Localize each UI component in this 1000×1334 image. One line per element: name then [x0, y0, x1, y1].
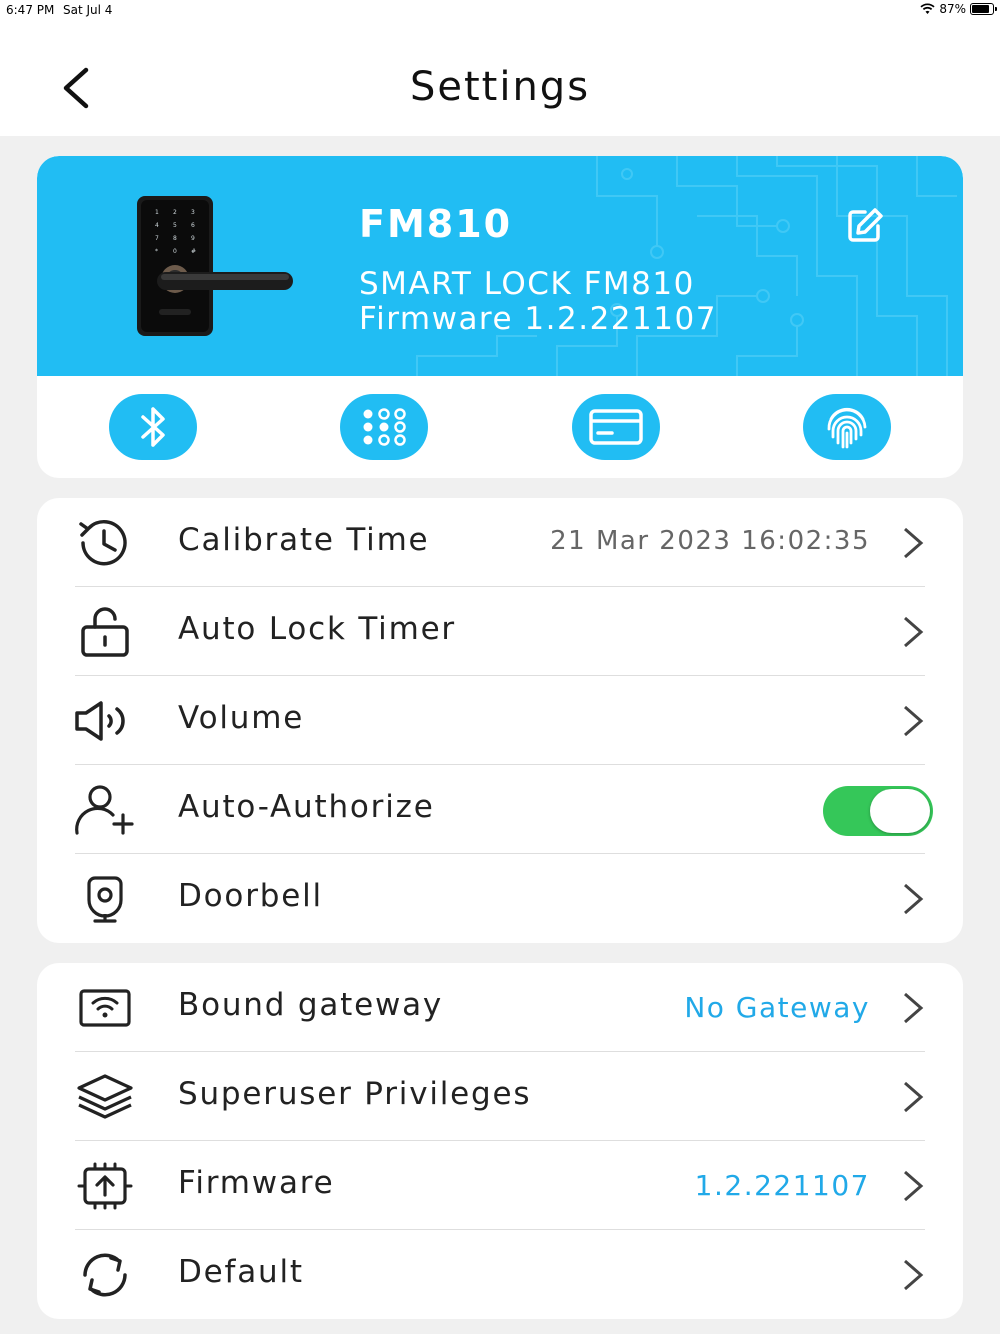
chevron-right-icon — [904, 1170, 924, 1202]
chevron-right-icon — [904, 1081, 924, 1113]
row-superuser-privileges[interactable]: Superuser Privileges — [37, 1052, 963, 1141]
device-banner: 1 2 3 4 5 6 7 8 9 * 0 # FM810 SMART LOCK FM810 F… — [37, 156, 963, 376]
edit-device-button[interactable] — [845, 206, 885, 246]
status-time: 6:47 PM — [6, 3, 55, 17]
speaker-icon — [75, 701, 125, 741]
row-label: Calibrate Time — [178, 522, 430, 558]
svg-text:5: 5 — [173, 222, 177, 229]
chevron-right-icon — [904, 992, 924, 1024]
edit-icon — [848, 208, 883, 242]
svg-text:7: 7 — [155, 235, 159, 242]
battery-percent: 87% — [939, 2, 966, 16]
svg-text:3: 3 — [191, 209, 195, 216]
add-user-icon — [75, 785, 134, 835]
row-label: Auto Lock Timer — [178, 611, 456, 647]
svg-text:4: 4 — [155, 222, 159, 229]
row-auto-authorize: Auto-Authorize — [37, 765, 963, 854]
row-value: 1.2.221107 — [694, 1169, 870, 1202]
row-firmware[interactable]: Firmware 1.2.221107 — [37, 1141, 963, 1230]
toggle-knob — [870, 789, 930, 833]
bluetooth-button[interactable] — [109, 394, 197, 460]
status-right: 87% — [920, 2, 997, 16]
smart-lock-image: 1 2 3 4 5 6 7 8 9 * 0 # — [137, 196, 293, 336]
device-name: FM810 — [359, 202, 513, 246]
gateway-icon — [79, 989, 131, 1027]
wifi-icon — [920, 3, 935, 14]
chevron-right-icon — [904, 1259, 924, 1291]
device-firmware: Firmware 1.2.221107 — [359, 301, 717, 337]
device-card: 1 2 3 4 5 6 7 8 9 * 0 # FM810 SMART LOCK FM810 F… — [37, 156, 963, 478]
svg-text:8: 8 — [173, 235, 177, 242]
doorbell-icon — [87, 876, 123, 923]
nav-bar: Settings — [0, 22, 1000, 136]
status-bar: 6:47 PM Sat Jul 4 87% — [0, 0, 1000, 22]
row-label: Doorbell — [178, 878, 323, 914]
card-icon — [589, 409, 643, 445]
fingerprint-icon — [827, 407, 867, 449]
settings-group-system: Bound gateway No Gateway Superuser Privi… — [37, 963, 963, 1319]
chevron-right-icon — [904, 705, 924, 737]
chevron-right-icon — [904, 883, 924, 915]
keypad-icon — [363, 408, 406, 446]
card-button[interactable] — [572, 394, 660, 460]
firmware-upgrade-icon — [77, 1162, 133, 1210]
row-bound-gateway[interactable]: Bound gateway No Gateway — [37, 963, 963, 1052]
svg-text:2: 2 — [173, 209, 177, 216]
row-value: 21 Mar 2023 16:02:35 — [550, 526, 870, 556]
svg-text:9: 9 — [191, 235, 195, 242]
battery-icon — [970, 3, 997, 15]
keypad-button[interactable] — [340, 394, 428, 460]
svg-text:*: * — [155, 248, 158, 255]
row-volume[interactable]: Volume — [37, 676, 963, 765]
svg-text:6: 6 — [191, 222, 195, 229]
device-model: SMART LOCK FM810 — [359, 266, 695, 302]
row-label: Default — [178, 1254, 304, 1290]
row-doorbell[interactable]: Doorbell — [37, 854, 963, 943]
chevron-right-icon — [904, 616, 924, 648]
auto-authorize-toggle[interactable] — [823, 786, 933, 836]
bluetooth-icon — [141, 407, 165, 447]
chevron-right-icon — [904, 527, 924, 559]
row-label: Bound gateway — [178, 987, 444, 1023]
clock-icon — [79, 520, 127, 566]
row-default[interactable]: Default — [37, 1230, 963, 1319]
row-label: Superuser Privileges — [178, 1076, 532, 1112]
row-value: No Gateway — [684, 991, 870, 1024]
row-auto-lock-timer[interactable]: Auto Lock Timer — [37, 587, 963, 676]
fingerprint-button[interactable] — [803, 394, 891, 460]
svg-text:0: 0 — [173, 248, 177, 255]
reset-icon — [83, 1253, 127, 1297]
row-label: Auto-Authorize — [178, 789, 435, 825]
unlock-icon — [81, 607, 129, 657]
page-title: Settings — [409, 64, 591, 110]
layers-icon — [77, 1074, 133, 1119]
row-label: Firmware — [178, 1165, 335, 1201]
status-date: Sat Jul 4 — [63, 3, 113, 17]
row-label: Volume — [178, 700, 305, 736]
svg-text:1: 1 — [155, 209, 159, 216]
svg-text:#: # — [191, 248, 196, 255]
row-calibrate-time[interactable]: Calibrate Time 21 Mar 2023 16:02:35 — [37, 498, 963, 587]
settings-group-device: Calibrate Time 21 Mar 2023 16:02:35 Auto… — [37, 498, 963, 943]
